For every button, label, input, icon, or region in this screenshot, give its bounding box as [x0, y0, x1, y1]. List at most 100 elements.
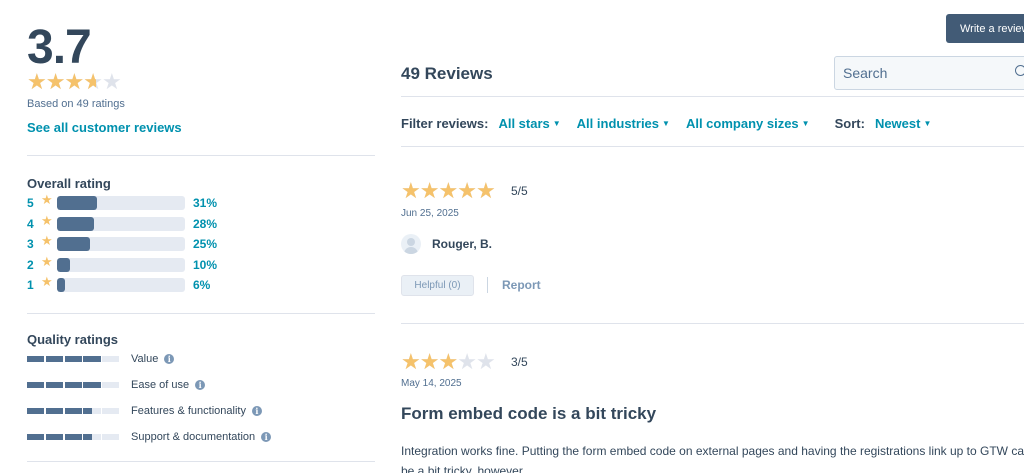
meter-segment: [83, 408, 101, 414]
quality-meter: [27, 356, 121, 362]
meter-segment: [45, 356, 63, 362]
company-size-filter-dropdown[interactable]: All company sizes ▼: [686, 116, 810, 131]
divider: [401, 96, 1024, 97]
quality-row-value: Value i: [27, 352, 175, 366]
quality-meter: [27, 408, 121, 414]
review-score: 3/5: [511, 355, 528, 369]
review-score: 5/5: [511, 184, 528, 198]
info-icon[interactable]: i: [251, 406, 262, 416]
review-date: May 14, 2025: [401, 378, 462, 389]
stars-filter-value: All stars: [498, 116, 550, 131]
review-stars: ★★★★★★★★★★: [401, 349, 496, 374]
stars-filter-dropdown[interactable]: All stars ▼: [498, 116, 560, 131]
meter-segment: [27, 356, 45, 362]
quality-row-features: Features & functionality i: [27, 404, 262, 418]
helpful-button[interactable]: Helpful (0): [401, 275, 474, 296]
reviews-count-heading: 49 Reviews: [401, 64, 493, 83]
info-icon[interactable]: i: [164, 354, 175, 364]
star-icon: ★: [41, 192, 53, 207]
write-review-button[interactable]: Write a review: [946, 14, 1024, 43]
search-input[interactable]: [835, 57, 1005, 89]
divider: [401, 323, 1024, 324]
rating-percent: 10%: [193, 258, 218, 272]
star-icon: ★★: [475, 349, 496, 374]
reviewer-name[interactable]: Rouger, B.: [432, 237, 492, 251]
overall-rating-title: Overall rating: [27, 176, 111, 191]
caret-down-icon: ▼: [662, 119, 670, 128]
meter-segment: [27, 382, 45, 388]
sort-label: Sort:: [834, 116, 865, 131]
meter-segment: [102, 408, 120, 414]
rating-bar-fill: [57, 258, 71, 272]
star-icon: ★★: [475, 178, 496, 203]
divider: [27, 155, 375, 156]
star-icon: ★: [41, 213, 53, 228]
rating-percent: 28%: [193, 217, 218, 231]
industries-filter-dropdown[interactable]: All industries ▼: [577, 116, 670, 131]
rating-bar-fill: [57, 278, 65, 292]
divider: [487, 277, 488, 293]
star-icon: ★★: [401, 349, 421, 374]
star-icon: ★: [41, 274, 53, 289]
star-icon: ★: [41, 233, 53, 248]
report-link[interactable]: Report: [502, 278, 541, 292]
search-box[interactable]: [834, 56, 1024, 90]
rating-bar: [57, 196, 185, 210]
rating-percent: 25%: [193, 237, 218, 251]
overall-score: 3.7: [27, 21, 92, 74]
meter-segment: [64, 356, 82, 362]
review-body: Integration works fine. Putting the form…: [401, 444, 1024, 473]
star-icon: ★★: [438, 349, 458, 374]
quality-label: Support & documentation: [131, 431, 256, 443]
rating-row-stars: 3: [27, 237, 34, 251]
meter-segment: [64, 382, 82, 388]
rating-bar: [57, 237, 185, 251]
rating-row-stars: 5: [27, 196, 34, 210]
quality-meter: [27, 434, 121, 440]
rating-row-stars: 1: [27, 278, 34, 292]
company-size-filter-value: All company sizes: [685, 116, 799, 131]
star-icon: ★★: [419, 178, 440, 203]
divider: [27, 461, 375, 462]
review-stars: ★★★★★★★★★★: [401, 178, 496, 203]
caret-down-icon: ▼: [801, 119, 810, 128]
rating-row-3[interactable]: 3 ★ 25%: [27, 233, 218, 252]
star-icon: ★★: [457, 178, 477, 203]
star-icon: ★★: [64, 69, 84, 94]
see-all-reviews-link[interactable]: See all customer reviews: [27, 120, 182, 135]
rating-row-1[interactable]: 1 ★ 6%: [27, 274, 210, 293]
sort-value: Newest: [874, 116, 921, 131]
divider: [27, 313, 375, 314]
review-title: Form embed code is a bit tricky: [401, 404, 657, 423]
search-icon[interactable]: [1015, 65, 1024, 76]
overall-stars: ★★★★★★★★★★: [27, 69, 122, 94]
meter-segment: [102, 382, 120, 388]
quality-label: Ease of use: [131, 379, 190, 391]
meter-segment: [27, 408, 45, 414]
meter-segment: [102, 434, 120, 440]
meter-segment: [102, 356, 120, 362]
rating-row-4[interactable]: 4 ★ 28%: [27, 213, 218, 232]
rating-bar-fill: [57, 217, 94, 231]
info-icon[interactable]: i: [195, 380, 206, 390]
divider: [401, 146, 1024, 147]
meter-segment: [45, 434, 63, 440]
star-icon: ★★: [27, 69, 47, 94]
review-date: Jun 25, 2025: [401, 208, 459, 219]
meter-segment: [83, 382, 101, 388]
meter-segment: [64, 434, 82, 440]
star-icon: ★★: [401, 178, 421, 203]
caret-down-icon: ▼: [552, 119, 561, 128]
quality-row-support: Support & documentation i: [27, 430, 272, 444]
rating-bar: [57, 278, 185, 292]
rating-row-stars: 2: [27, 258, 34, 272]
sort-dropdown[interactable]: Newest ▼: [875, 116, 931, 131]
rating-row-5[interactable]: 5 ★ 31%: [27, 192, 217, 211]
star-icon: ★★: [457, 349, 477, 374]
star-icon: ★★: [45, 69, 66, 94]
meter-segment: [27, 434, 45, 440]
star-icon: ★★: [419, 349, 440, 374]
info-icon[interactable]: i: [261, 432, 272, 442]
rating-row-2[interactable]: 2 ★ 10%: [27, 254, 218, 273]
avatar-icon: [401, 234, 421, 254]
